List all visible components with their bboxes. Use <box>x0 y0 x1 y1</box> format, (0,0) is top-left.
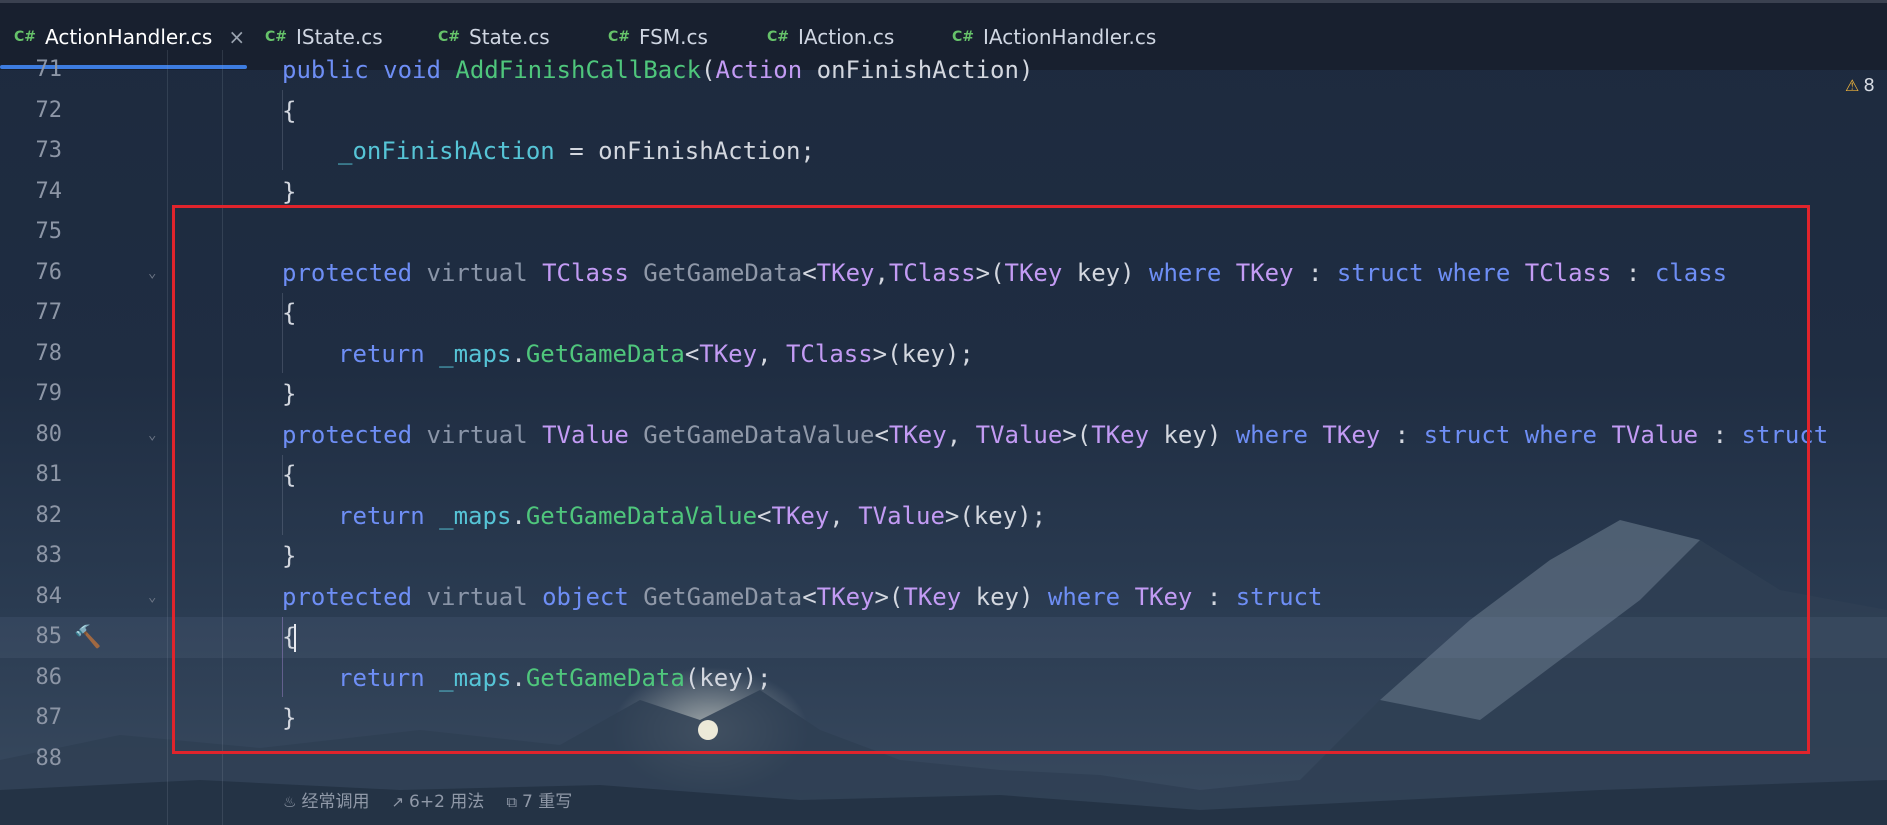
line-code: { <box>282 96 297 125</box>
overrides-hint[interactable]: ⧉ 7 重写 <box>506 787 572 812</box>
line-code: public void AddFinishCallBack(Action onF… <box>282 56 1034 84</box>
fold-chevron-icon[interactable]: ⌄ <box>148 587 156 607</box>
code-line-73[interactable]: 73 _onFinishAction = onFinishAction; <box>0 131 1887 172</box>
line-number: 74 <box>35 178 63 204</box>
line-number: 82 <box>35 502 63 528</box>
usages-icon: ↗ <box>391 793 405 811</box>
warning-indicator[interactable]: ⚠ 8 <box>1845 75 1875 96</box>
line-number: 86 <box>35 664 63 690</box>
warning-icon: ⚠ <box>1845 76 1860 95</box>
line-number: 79 <box>35 381 63 406</box>
tab-label: IState.cs <box>296 24 383 49</box>
csharp-file-icon: C# <box>438 28 461 45</box>
tab-label: FSM.cs <box>639 24 708 49</box>
tab-label: ActionHandler.cs <box>45 24 213 49</box>
fold-chevron-icon[interactable]: ⌄ <box>148 425 156 445</box>
line-number: 87 <box>35 705 63 730</box>
code-vision-hints: ♨ 经常调用 ↗ 6+2 用法 ⧉ 7 重写 <box>283 787 572 812</box>
csharp-file-icon: C# <box>952 28 975 45</box>
flame-icon: ♨ <box>283 793 297 811</box>
csharp-file-icon: C# <box>767 28 790 45</box>
line-number: 76 <box>35 259 63 285</box>
tab-label: IActionHandler.cs <box>983 24 1157 49</box>
usages-hint[interactable]: ↗ 6+2 用法 <box>391 787 484 812</box>
csharp-file-icon: C# <box>265 28 288 45</box>
line-number: 72 <box>35 97 63 123</box>
frequent-calls-hint[interactable]: ♨ 经常调用 <box>283 787 369 812</box>
fold-chevron-icon[interactable]: ⌄ <box>148 263 156 283</box>
line-number: 81 <box>35 462 63 487</box>
line-number: 88 <box>35 745 63 771</box>
highlight-box <box>172 205 1810 754</box>
line-number: 84 <box>35 583 63 609</box>
line-number: 77 <box>35 300 63 325</box>
line-number: 71 <box>35 57 63 82</box>
tab-label: State.cs <box>469 24 550 49</box>
line-number: 83 <box>35 543 63 568</box>
csharp-file-icon: C# <box>608 28 631 45</box>
code-line-72[interactable]: 72 { <box>0 91 1887 132</box>
block-guide <box>282 90 283 170</box>
line-number: 78 <box>35 340 63 366</box>
close-icon[interactable]: × <box>228 25 245 49</box>
line-number: 85 <box>35 624 63 649</box>
overrides-icon: ⧉ <box>506 793 518 811</box>
warning-count: 8 <box>1863 75 1875 96</box>
hammer-icon[interactable]: 🔨 <box>74 625 101 650</box>
line-code: _onFinishAction = onFinishAction; <box>338 137 815 165</box>
line-number: 73 <box>35 138 63 163</box>
code-line-71[interactable]: 71 public void AddFinishCallBack(Action … <box>0 50 1887 91</box>
csharp-file-icon: C# <box>14 28 37 45</box>
line-number: 80 <box>35 421 63 447</box>
tab-label: IAction.cs <box>798 24 895 49</box>
line-number: 75 <box>35 219 63 244</box>
